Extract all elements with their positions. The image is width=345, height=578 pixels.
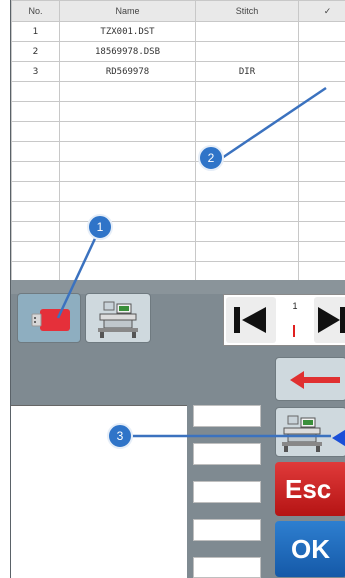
info-slot xyxy=(193,443,261,465)
toolbar-band xyxy=(11,280,345,294)
back-button[interactable] xyxy=(275,357,345,401)
cell-name: RD569978 xyxy=(59,61,196,82)
page-cursor xyxy=(293,325,295,337)
cell-name: TZX001.DST xyxy=(59,21,196,42)
ok-button[interactable]: OK xyxy=(275,521,345,577)
cell-no: 1 xyxy=(11,21,60,42)
file-manager-window: No. Name Stitch ✓ 1 TZX001.DST 2 1856997… xyxy=(10,0,345,578)
empty-row xyxy=(11,161,345,182)
usb-drive-icon xyxy=(18,309,82,348)
first-page-button[interactable] xyxy=(226,297,276,343)
table-header-row: No. Name Stitch ✓ xyxy=(11,0,345,22)
skip-next-icon xyxy=(314,307,345,347)
cell-name: 18569978.DSB xyxy=(59,41,196,62)
column-header-stitch: Stitch xyxy=(195,0,299,22)
empty-row xyxy=(11,181,345,202)
info-slot xyxy=(193,481,261,503)
empty-row xyxy=(11,261,345,280)
embroidery-machine-icon xyxy=(276,415,345,462)
cell-check[interactable] xyxy=(298,41,345,62)
table-row[interactable]: 1 TZX001.DST xyxy=(11,21,345,42)
empty-row xyxy=(11,201,345,222)
empty-row xyxy=(11,121,345,142)
annotation-marker-1: 1 xyxy=(87,214,113,240)
info-slot xyxy=(193,519,261,541)
machine-source-button[interactable] xyxy=(85,293,151,343)
empty-row xyxy=(11,241,345,262)
embroidery-machine-icon xyxy=(86,301,150,348)
page-navigator: 1 xyxy=(223,294,345,346)
annotation-marker-3: 3 xyxy=(107,423,133,449)
esc-button[interactable]: Esc xyxy=(275,462,345,516)
cell-stitch xyxy=(195,41,299,62)
skip-first-icon xyxy=(226,307,276,347)
cell-check[interactable] xyxy=(298,21,345,42)
column-header-name: Name xyxy=(59,0,196,22)
info-slot xyxy=(193,405,261,427)
empty-row xyxy=(11,221,345,242)
column-header-no: No. xyxy=(11,0,60,22)
table-row[interactable]: 3 RD569978 DIR xyxy=(11,61,345,82)
info-slot xyxy=(193,557,261,578)
design-preview-pane xyxy=(11,405,187,578)
cell-check[interactable] xyxy=(298,61,345,82)
usb-source-button[interactable] xyxy=(17,293,81,343)
page-indicator: 1 xyxy=(280,297,310,343)
table-row[interactable]: 2 18569978.DSB xyxy=(11,41,345,62)
back-arrow-icon xyxy=(276,371,345,406)
column-header-check: ✓ xyxy=(298,0,345,22)
cell-stitch xyxy=(195,21,299,42)
empty-row xyxy=(11,81,345,102)
cell-no: 2 xyxy=(11,41,60,62)
empty-row xyxy=(11,101,345,122)
file-list-table: No. Name Stitch ✓ 1 TZX001.DST 2 1856997… xyxy=(11,0,345,280)
page-current-number: 1 xyxy=(292,301,298,311)
cell-stitch: DIR xyxy=(195,61,299,82)
send-to-machine-button[interactable] xyxy=(275,407,345,457)
annotation-marker-2: 2 xyxy=(198,145,224,171)
next-page-button[interactable] xyxy=(314,297,345,343)
cell-no: 3 xyxy=(11,61,60,82)
empty-row xyxy=(11,141,345,162)
